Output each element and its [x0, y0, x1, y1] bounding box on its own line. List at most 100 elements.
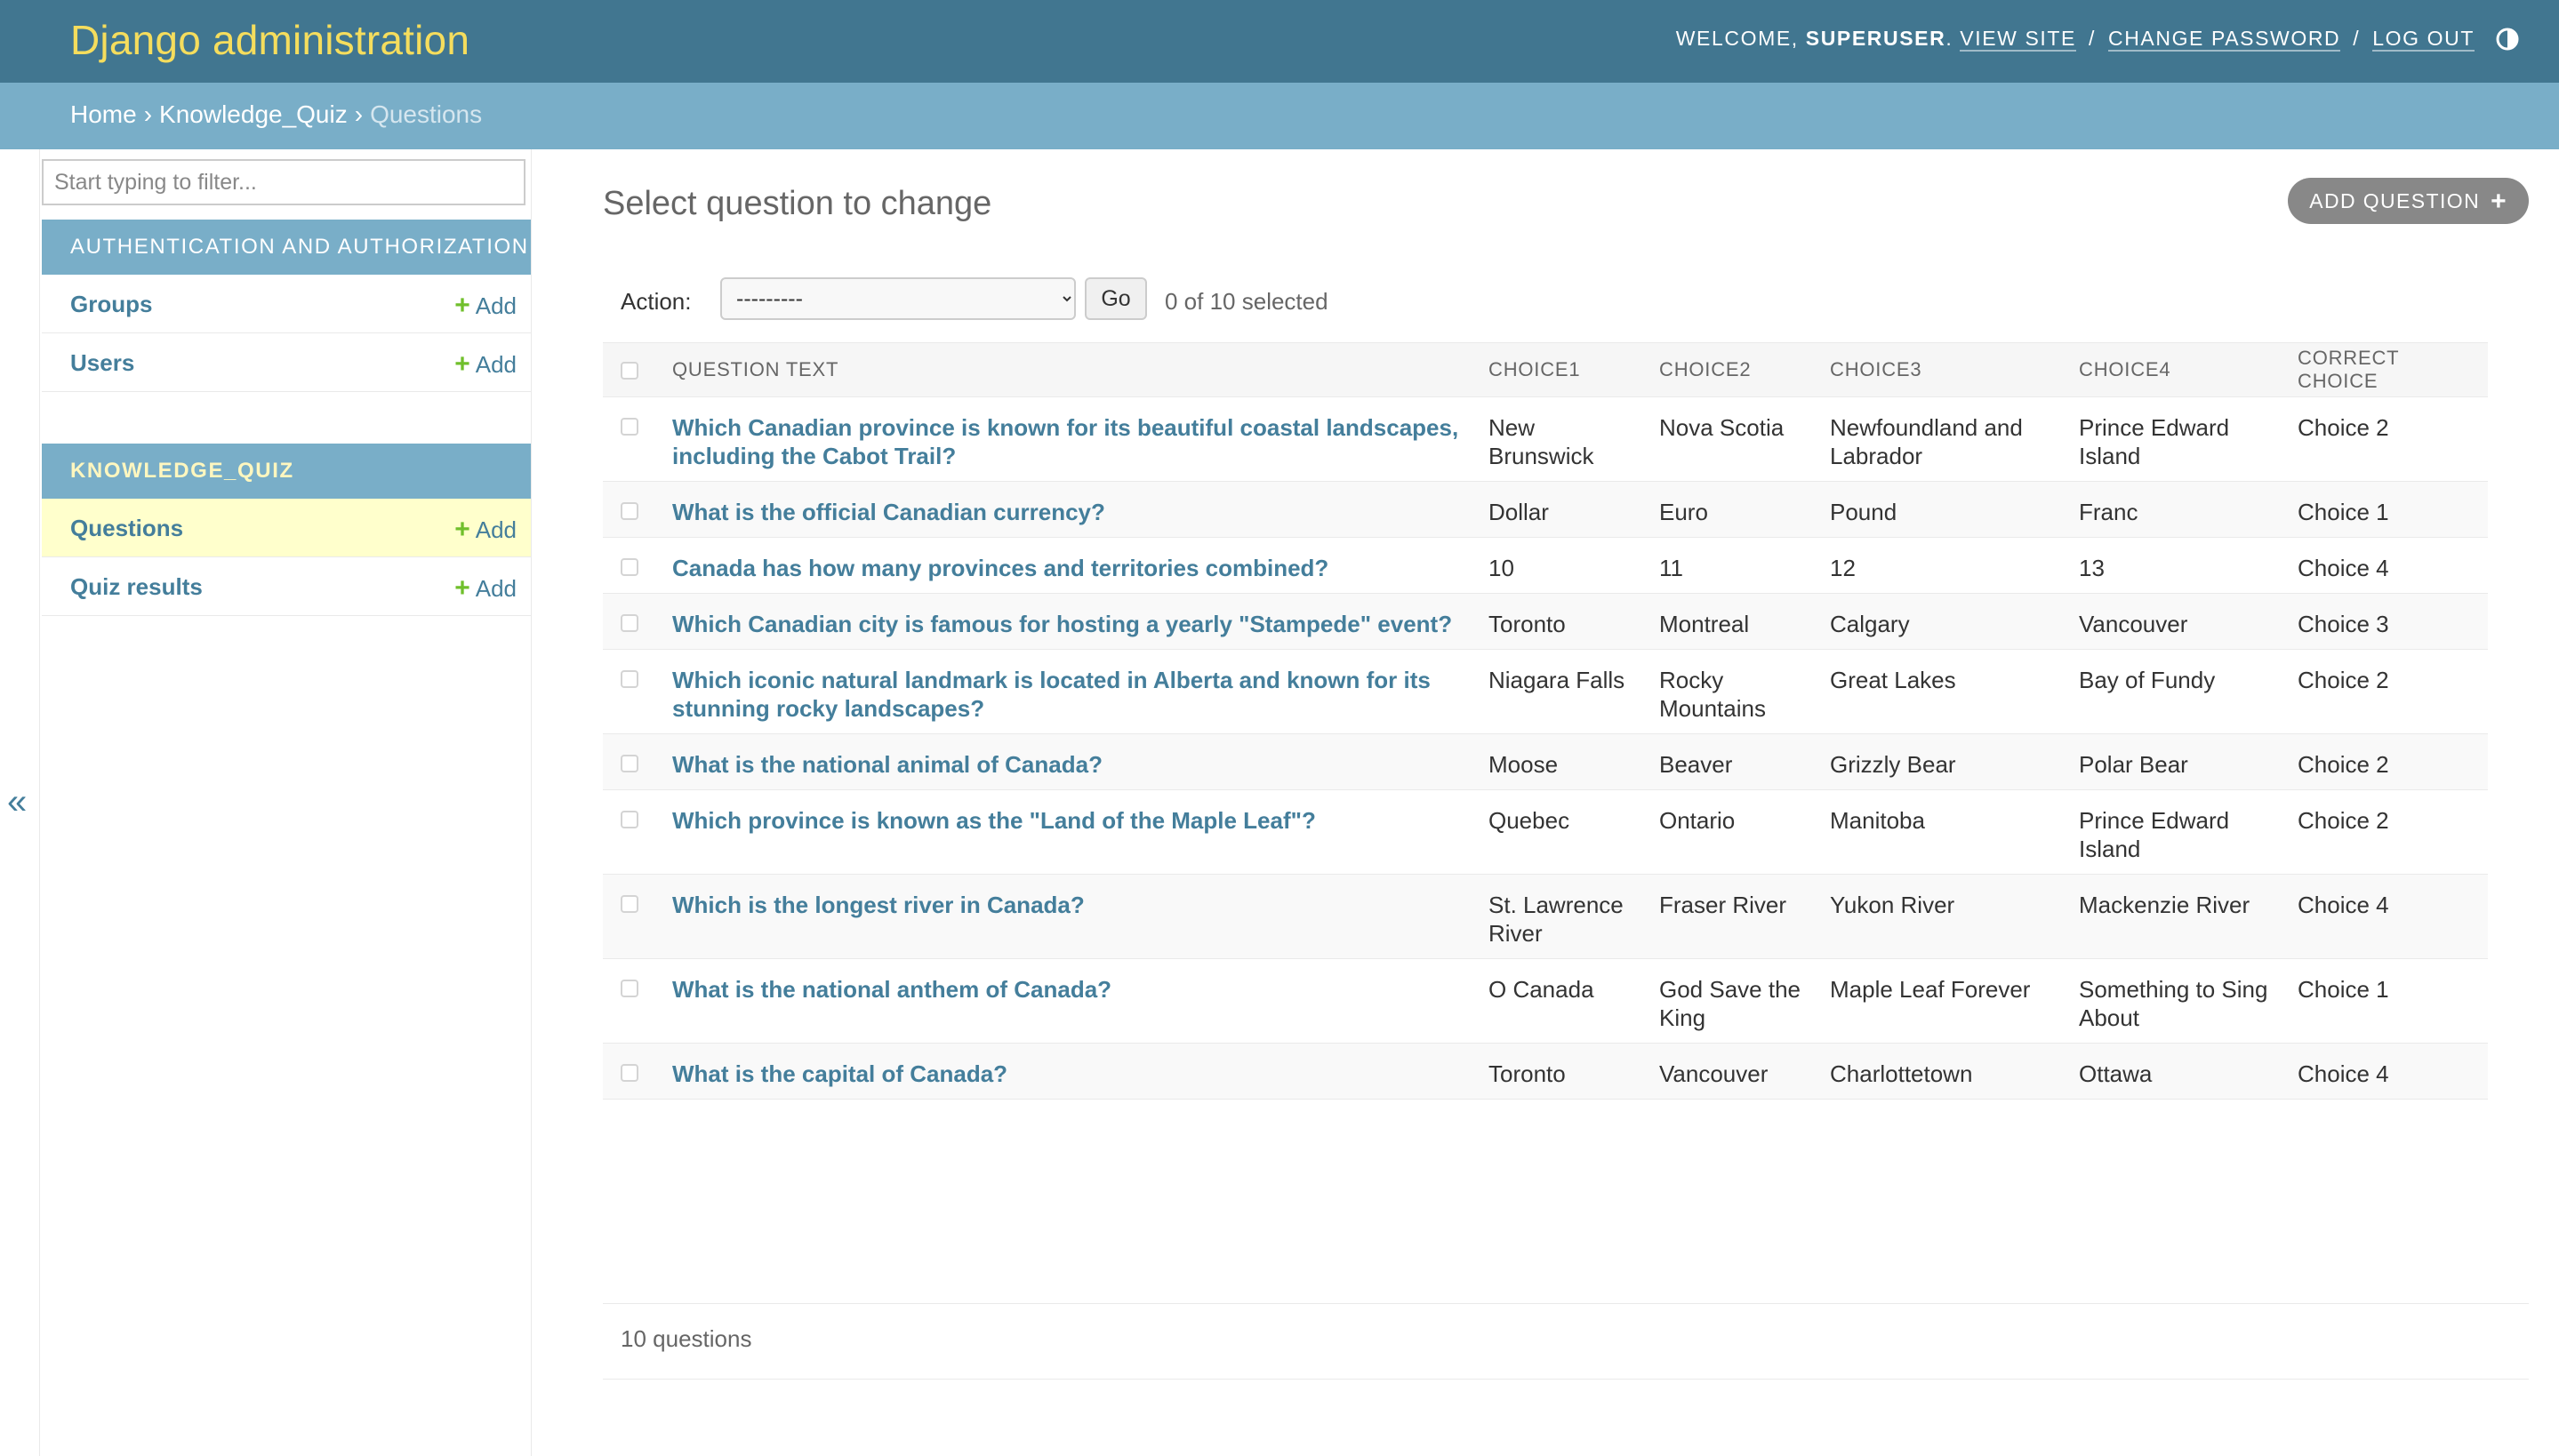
- log-out-link[interactable]: Log out: [2372, 27, 2475, 52]
- choice2-cell: Nova Scotia: [1652, 396, 1823, 482]
- choice1-cell: New Brunswick: [1481, 396, 1652, 482]
- sidebar-item-label[interactable]: Quiz results: [70, 573, 203, 601]
- correct-choice-cell: Choice 2: [2290, 789, 2488, 875]
- row-checkbox[interactable]: [621, 418, 638, 436]
- correct-choice-cell: Choice 2: [2290, 733, 2488, 790]
- actions-bar: Action: --------- Go 0 of 10 selected: [603, 276, 2529, 329]
- correct-choice-cell: Choice 4: [2290, 874, 2488, 959]
- add-question-button[interactable]: Add question +: [2288, 178, 2529, 224]
- site-brand[interactable]: Django administration: [70, 16, 469, 64]
- table-row: What is the capital of Canada? Toronto Van…: [603, 1043, 2488, 1100]
- choice4-cell: Prince Edward Island: [2072, 789, 2290, 875]
- change-password-link[interactable]: Change password: [2108, 27, 2341, 52]
- choice4-cell: 13: [2072, 537, 2290, 594]
- toggle-nav-sidebar-icon[interactable]: «: [7, 782, 27, 822]
- plus-icon: +: [454, 291, 470, 320]
- separator: /: [2089, 27, 2096, 50]
- sidebar-item-label[interactable]: Groups: [70, 291, 152, 318]
- choice1-cell: St. Lawrence River: [1481, 874, 1652, 959]
- question-text-link[interactable]: What is the official Canadian currency?: [672, 499, 1105, 525]
- breadcrumb-home[interactable]: Home: [70, 100, 137, 128]
- choice3-cell: Calgary: [1823, 593, 2072, 650]
- column-header-choice4[interactable]: Choice4: [2072, 342, 2290, 397]
- results-table: Question text Choice1 Choice2 Choice3 Ch…: [603, 342, 2488, 1100]
- view-site-link[interactable]: View site: [1960, 27, 2076, 52]
- row-checkbox[interactable]: [621, 895, 638, 913]
- sidebar-item-label[interactable]: Users: [70, 349, 134, 377]
- select-all-header: [603, 342, 665, 397]
- question-text-cell: Canada has how many provinces and territ…: [665, 537, 1481, 594]
- row-checkbox[interactable]: [621, 1064, 638, 1082]
- username: superuser: [1805, 27, 1946, 50]
- nav-filter-input[interactable]: [42, 159, 525, 205]
- row-checkbox[interactable]: [621, 980, 638, 997]
- theme-toggle-icon[interactable]: [2495, 27, 2520, 52]
- separator: /: [2353, 27, 2361, 50]
- question-text-link[interactable]: Which Canadian province is known for its…: [672, 414, 1458, 469]
- question-text-link[interactable]: Which iconic natural landmark is located…: [672, 667, 1431, 722]
- row-select-cell: [603, 1043, 665, 1100]
- app-caption-knowledge-quiz[interactable]: Knowledge_Quiz: [42, 444, 531, 499]
- question-text-cell: What is the national animal of Canada?: [665, 733, 1481, 790]
- row-checkbox[interactable]: [621, 502, 638, 520]
- question-text-link[interactable]: Which Canadian city is famous for hostin…: [672, 611, 1452, 637]
- column-header-choice1[interactable]: Choice1: [1481, 342, 1652, 397]
- column-header-choice2[interactable]: Choice2: [1652, 342, 1823, 397]
- question-text-link[interactable]: Which is the longest river in Canada?: [672, 892, 1085, 918]
- choice4-cell: Bay of Fundy: [2072, 649, 2290, 734]
- user-tools: Welcome, superuser. View site / Change p…: [1675, 27, 2475, 52]
- correct-choice-cell: Choice 2: [2290, 396, 2488, 482]
- table-body: Which Canadian province is known for its…: [603, 396, 2488, 1100]
- add-users-link[interactable]: + Add: [454, 349, 517, 380]
- choice3-cell: Pound: [1823, 481, 2072, 538]
- row-checkbox[interactable]: [621, 811, 638, 828]
- choice3-cell: Charlottetown: [1823, 1043, 2072, 1100]
- question-text-link[interactable]: What is the national anthem of Canada?: [672, 976, 1111, 1003]
- row-checkbox[interactable]: [621, 614, 638, 632]
- question-text-link[interactable]: Which province is known as the "Land of …: [672, 807, 1316, 834]
- column-header-question-text[interactable]: Question text: [665, 342, 1481, 397]
- choice4-cell: Mackenzie River: [2072, 874, 2290, 959]
- breadcrumb-separator: ›: [143, 100, 153, 128]
- question-text-link[interactable]: What is the national animal of Canada?: [672, 751, 1103, 778]
- choice3-cell: Yukon River: [1823, 874, 2072, 959]
- row-select-cell: [603, 958, 665, 1044]
- breadcrumb-app[interactable]: Knowledge_Quiz: [159, 100, 348, 128]
- go-button[interactable]: Go: [1085, 277, 1147, 320]
- question-text-link[interactable]: Canada has how many provinces and territ…: [672, 555, 1328, 581]
- row-checkbox[interactable]: [621, 755, 638, 772]
- add-groups-link[interactable]: + Add: [454, 291, 517, 321]
- add-question-label: Add question: [2309, 189, 2481, 212]
- sidebar-item-label[interactable]: Questions: [70, 515, 183, 542]
- choice1-cell: Toronto: [1481, 593, 1652, 650]
- select-all-checkbox[interactable]: [621, 362, 638, 380]
- choice3-cell: Newfoundland and Labrador: [1823, 396, 2072, 482]
- choice2-cell: Montreal: [1652, 593, 1823, 650]
- column-header-choice3[interactable]: Choice3: [1823, 342, 2072, 397]
- row-select-cell: [603, 396, 665, 482]
- choice2-cell: God Save the King: [1652, 958, 1823, 1044]
- app-caption-auth[interactable]: Authentication and Authorization: [42, 220, 531, 275]
- add-label: Add: [475, 575, 517, 602]
- choice3-cell: Maple Leaf Forever: [1823, 958, 2072, 1044]
- question-text-link[interactable]: What is the capital of Canada?: [672, 1060, 1007, 1087]
- table-row: Which province is known as the "Land of …: [603, 789, 2488, 875]
- choice2-cell: Fraser River: [1652, 874, 1823, 959]
- table-row: Which iconic natural landmark is located…: [603, 649, 2488, 734]
- action-select[interactable]: ---------: [720, 277, 1076, 320]
- add-questions-link[interactable]: + Add: [454, 515, 517, 545]
- correct-choice-cell: Choice 1: [2290, 481, 2488, 538]
- choice3-cell: Manitoba: [1823, 789, 2072, 875]
- row-checkbox[interactable]: [621, 558, 638, 576]
- correct-choice-cell: Choice 3: [2290, 593, 2488, 650]
- choice2-cell: Rocky Mountains: [1652, 649, 1823, 734]
- add-label: Add: [475, 292, 517, 319]
- row-checkbox[interactable]: [621, 670, 638, 688]
- choice1-cell: Moose: [1481, 733, 1652, 790]
- plus-icon: +: [454, 573, 470, 603]
- choice3-cell: 12: [1823, 537, 2072, 594]
- row-select-cell: [603, 537, 665, 594]
- add-quiz-results-link[interactable]: + Add: [454, 573, 517, 604]
- choice3-cell: Grizzly Bear: [1823, 733, 2072, 790]
- column-header-correct-choice[interactable]: Correct choice: [2290, 342, 2488, 397]
